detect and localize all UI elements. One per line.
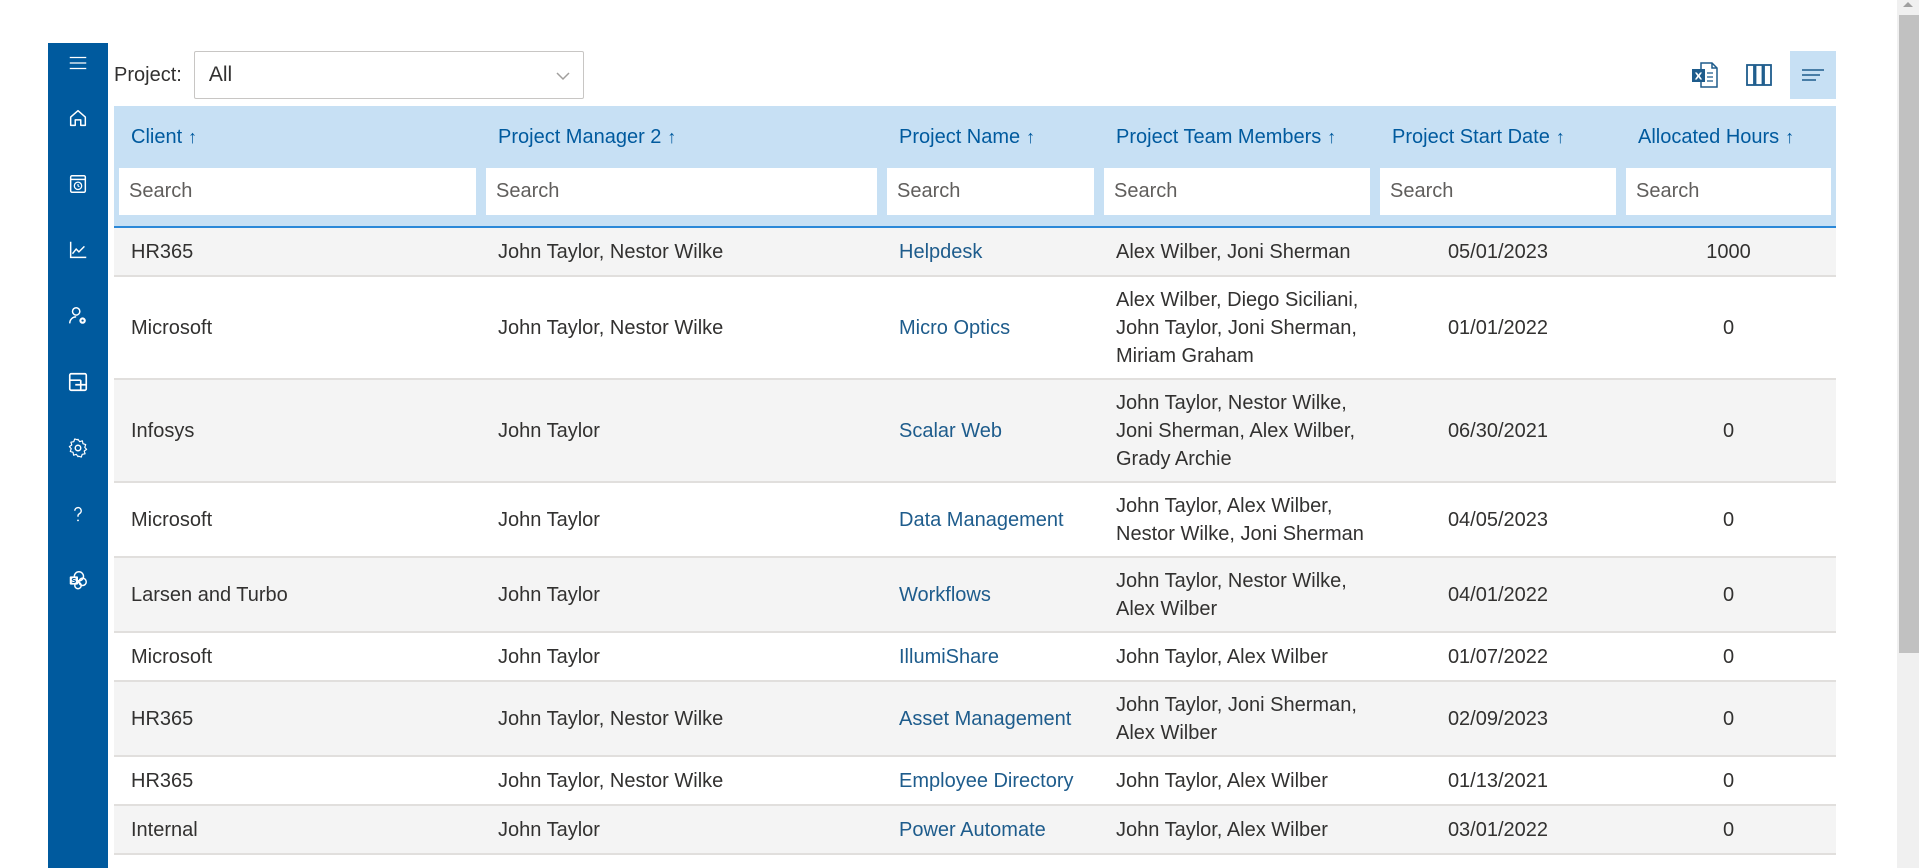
hamburger-menu-icon bbox=[69, 56, 87, 70]
project-link[interactable]: Data Management bbox=[882, 506, 1099, 534]
column-header-allocated-hours[interactable]: Allocated Hours ↑ bbox=[1621, 126, 1836, 149]
projects-grid: Client ↑ Project Manager 2 ↑ Project Name ↑… bbox=[114, 106, 1836, 855]
search-start-date-input[interactable] bbox=[1380, 168, 1616, 215]
timesheet-clock-icon bbox=[69, 175, 87, 193]
line-chart-icon bbox=[69, 241, 87, 259]
sidebar-item-reports[interactable] bbox=[48, 230, 108, 270]
sidebar-nav: S bbox=[48, 43, 108, 868]
table-row[interactable]: Larsen and Turbo John Taylor Workflows J… bbox=[114, 558, 1836, 633]
export-excel-button[interactable]: X bbox=[1682, 51, 1728, 99]
project-select-value: All bbox=[208, 63, 233, 86]
column-header-client[interactable]: Client ↑ bbox=[114, 126, 481, 149]
table-row[interactable]: Microsoft John Taylor Data Management Jo… bbox=[114, 483, 1836, 558]
sidebar-item-menu[interactable] bbox=[48, 43, 108, 83]
sidebar-item-help[interactable] bbox=[48, 494, 108, 534]
search-team-members-input[interactable] bbox=[1104, 168, 1370, 215]
search-client-input[interactable] bbox=[119, 168, 476, 215]
column-header-project-name[interactable]: Project Name ↑ bbox=[882, 126, 1099, 149]
sidebar-item-timesheet[interactable] bbox=[48, 164, 108, 204]
table-row[interactable]: HR365 John Taylor, Nestor Wilke Employee… bbox=[114, 757, 1836, 806]
page-scrollbar[interactable] bbox=[1897, 0, 1919, 868]
home-icon bbox=[69, 109, 87, 127]
search-allocated-hours-input[interactable] bbox=[1626, 168, 1831, 215]
search-manager-input[interactable] bbox=[486, 168, 877, 215]
sort-arrow-icon: ↑ bbox=[188, 126, 198, 147]
project-link[interactable]: IllumiShare bbox=[882, 643, 1099, 671]
sidebar-item-home[interactable] bbox=[48, 98, 108, 138]
project-link[interactable]: Helpdesk bbox=[882, 238, 1099, 266]
columns-icon bbox=[1746, 64, 1772, 86]
user-gear-icon bbox=[69, 307, 86, 324]
sort-arrow-icon: ↑ bbox=[1555, 126, 1565, 147]
table-row[interactable]: Internal John Taylor Power Automate John… bbox=[114, 806, 1836, 855]
project-filter-label: Project: bbox=[114, 63, 182, 86]
grid-body: HR365 John Taylor, Nestor Wilke Helpdesk… bbox=[114, 228, 1836, 855]
table-row[interactable]: HR365 John Taylor, Nestor Wilke Asset Ma… bbox=[114, 682, 1836, 757]
project-link[interactable]: Power Automate bbox=[882, 816, 1099, 844]
sharepoint-icon: S bbox=[69, 571, 87, 590]
scrollbar-thumb[interactable] bbox=[1899, 15, 1919, 653]
table-row[interactable]: Microsoft John Taylor IllumiShare John T… bbox=[114, 633, 1836, 682]
search-project-name-input[interactable] bbox=[887, 168, 1094, 215]
column-header-project-manager[interactable]: Project Manager 2 ↑ bbox=[481, 126, 882, 149]
sidebar-item-settings[interactable] bbox=[48, 428, 108, 468]
chevron-down-icon bbox=[556, 72, 570, 81]
filter-row bbox=[114, 168, 1836, 226]
sort-arrow-icon: ↑ bbox=[667, 126, 677, 147]
column-header-start-date[interactable]: Project Start Date ↑ bbox=[1375, 126, 1621, 149]
gear-icon bbox=[68, 438, 88, 458]
project-filter: Project: All bbox=[114, 51, 584, 99]
table-row[interactable]: Infosys John Taylor Scalar Web John Tayl… bbox=[114, 380, 1836, 483]
excel-export-icon: X bbox=[1692, 62, 1718, 88]
grid-toolbar: X bbox=[1682, 51, 1836, 99]
column-header-team-members[interactable]: Project Team Members ↑ bbox=[1099, 126, 1375, 149]
sidebar-item-user-settings[interactable] bbox=[48, 296, 108, 336]
scroll-up-arrow-icon[interactable] bbox=[1903, 2, 1913, 7]
header-row: Client ↑ Project Manager 2 ↑ Project Name ↑… bbox=[114, 106, 1836, 168]
project-link[interactable]: Scalar Web bbox=[882, 417, 1099, 445]
list-view-button[interactable] bbox=[1790, 51, 1836, 99]
help-icon bbox=[74, 506, 82, 522]
sort-arrow-icon: ↑ bbox=[1327, 126, 1337, 147]
project-link[interactable]: Employee Directory bbox=[882, 767, 1099, 795]
table-row[interactable]: HR365 John Taylor, Nestor Wilke Helpdesk… bbox=[114, 228, 1836, 277]
project-link[interactable]: Micro Optics bbox=[882, 314, 1099, 342]
project-link[interactable]: Workflows bbox=[882, 581, 1099, 609]
svg-text:S: S bbox=[71, 576, 76, 585]
project-select[interactable]: All bbox=[193, 51, 584, 99]
sort-arrow-icon: ↑ bbox=[1026, 126, 1036, 147]
project-board-icon bbox=[68, 372, 88, 392]
sidebar-item-projects[interactable] bbox=[48, 362, 108, 402]
table-row[interactable]: Microsoft John Taylor, Nestor Wilke Micr… bbox=[114, 277, 1836, 380]
list-view-icon bbox=[1802, 69, 1824, 81]
svg-text:X: X bbox=[1695, 72, 1703, 83]
columns-button[interactable] bbox=[1736, 51, 1782, 99]
project-link[interactable]: Asset Management bbox=[882, 705, 1099, 733]
grid-header: Client ↑ Project Manager 2 ↑ Project Name ↑… bbox=[114, 106, 1836, 228]
sort-arrow-icon: ↑ bbox=[1785, 126, 1795, 147]
sidebar-item-sharepoint[interactable]: S bbox=[48, 560, 108, 600]
